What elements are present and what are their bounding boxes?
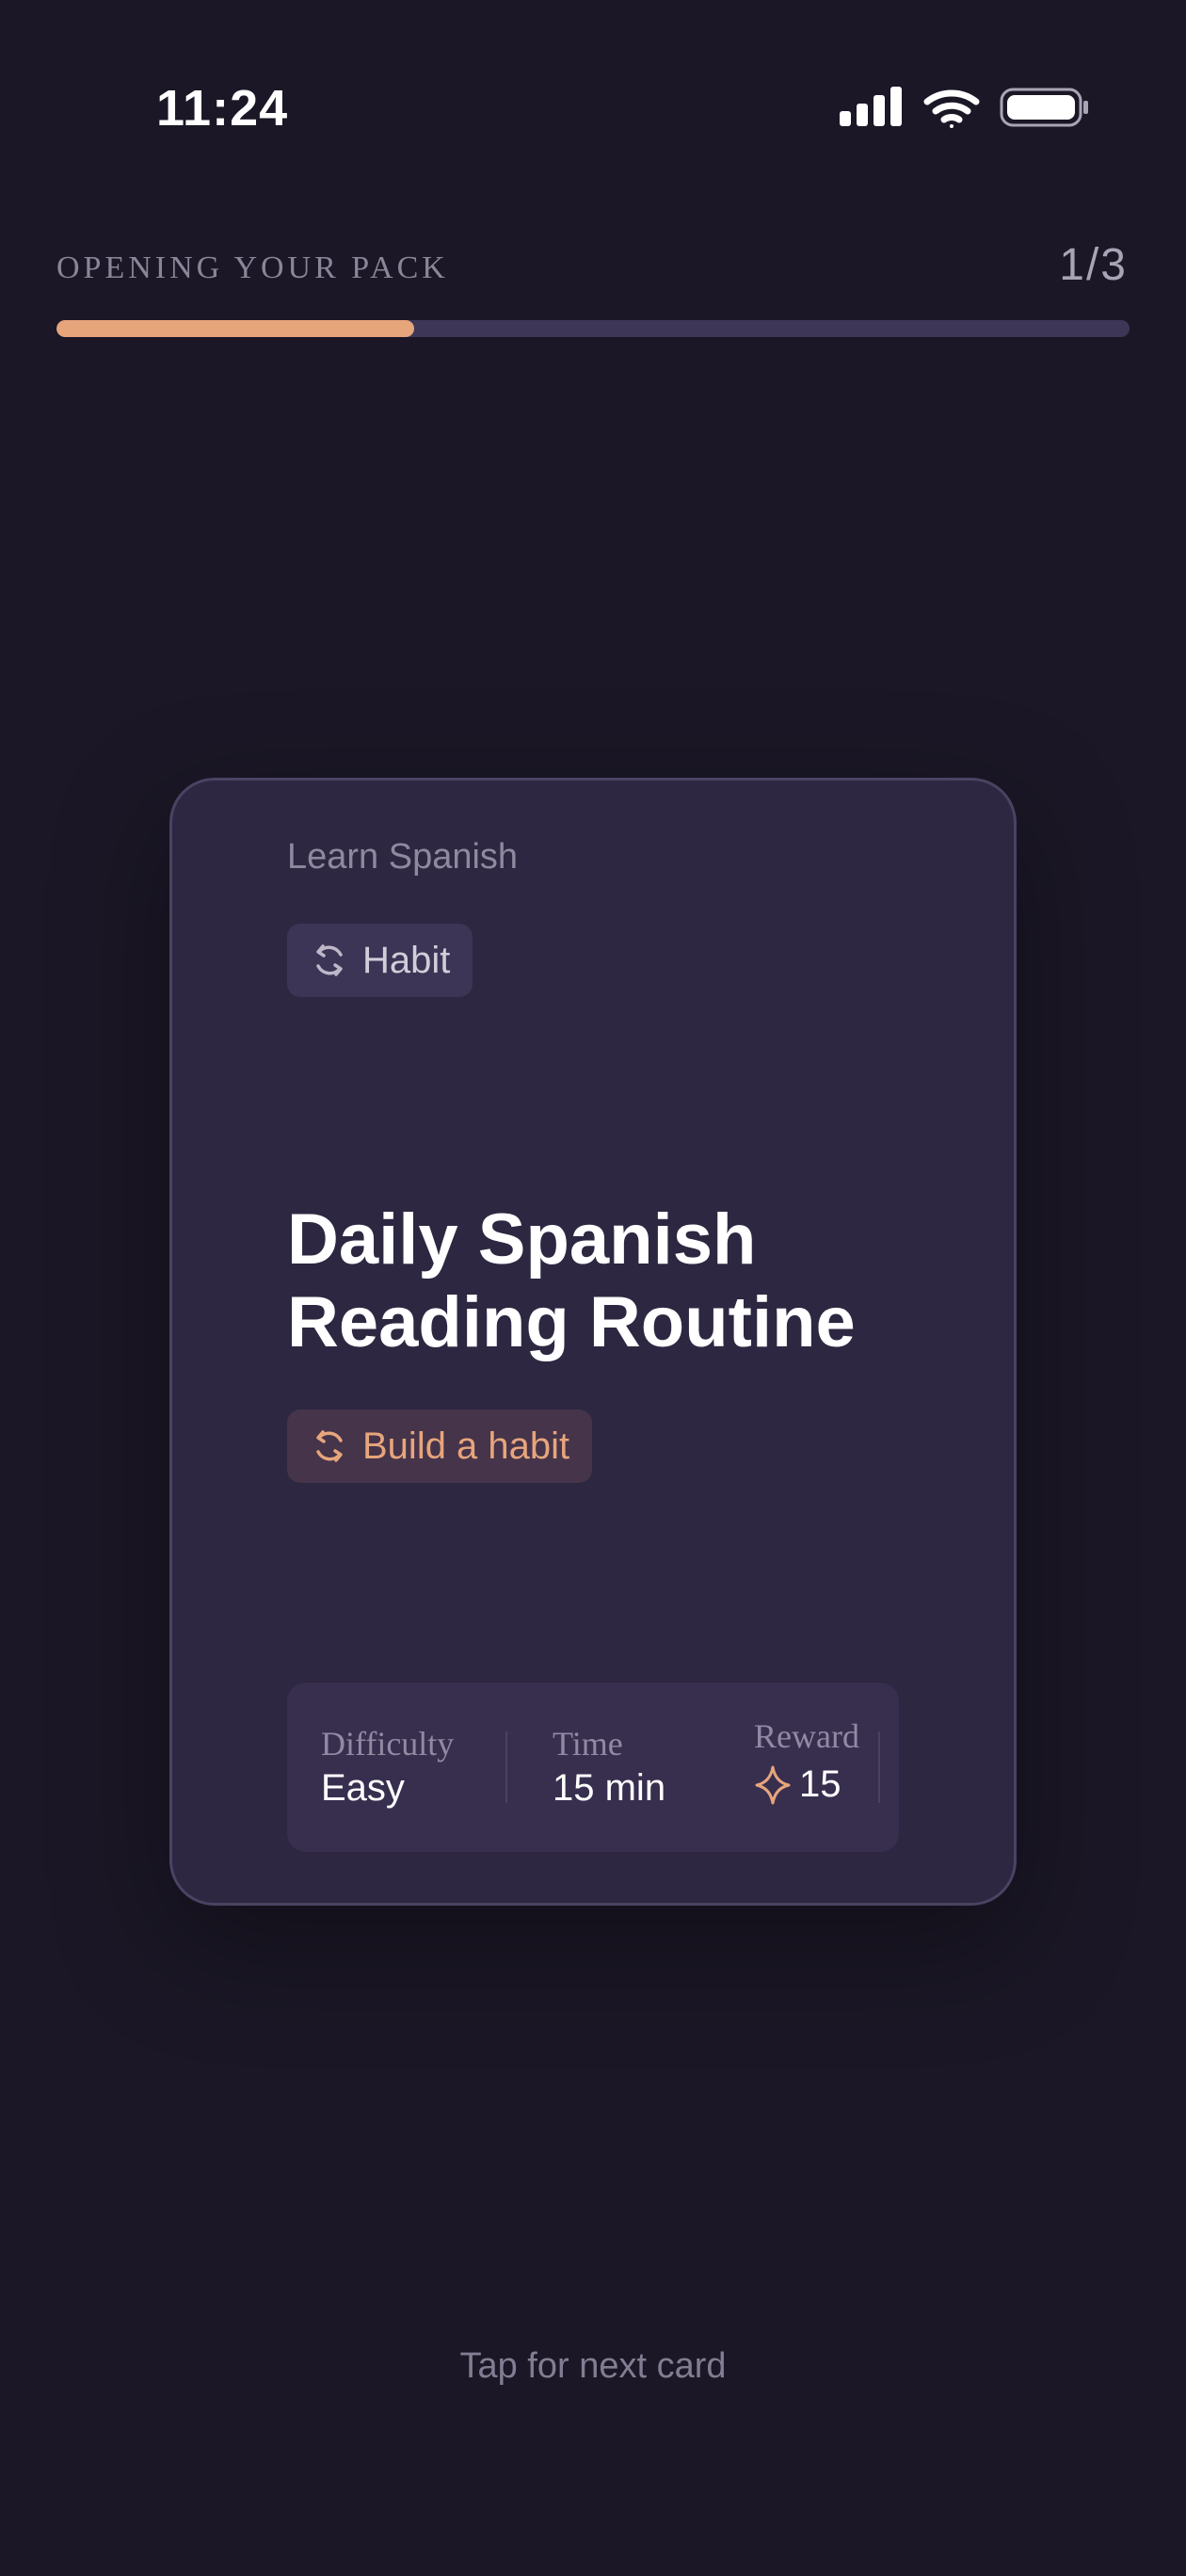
card-subject: Learn Spanish	[287, 837, 519, 877]
signal-icon	[840, 87, 902, 126]
sparkle-icon	[755, 1765, 791, 1804]
goal-label: Build a habit	[362, 1425, 570, 1467]
pack-progress-fill	[56, 320, 414, 337]
stat-difficulty-label: Difficulty	[321, 1725, 455, 1763]
stat-reward-value: 15	[754, 1763, 841, 1806]
refresh-icon	[316, 944, 343, 976]
stat-reward-label: Reward	[754, 1717, 859, 1755]
stat-difficulty-value: Easy	[321, 1767, 405, 1809]
refresh-icon	[316, 1430, 343, 1462]
status-time: 11:24	[156, 80, 289, 137]
status-icons	[840, 85, 1090, 132]
card-type-label: Habit	[362, 939, 451, 981]
card-title-line-2: Reading Routine	[287, 1282, 856, 1362]
stat-divider	[878, 1731, 880, 1803]
goal-badge: Build a habit	[287, 1409, 593, 1483]
stat-divider	[505, 1731, 507, 1803]
card-counter: 1/3	[1059, 240, 1128, 290]
stat-reward-amount: 15	[799, 1763, 841, 1805]
card-type-badge: Habit	[287, 924, 473, 997]
card-stats: Difficulty Easy Time 15 min Reward 15	[287, 1682, 899, 1852]
pack-opening-label: OPENING YOUR PACK	[56, 250, 449, 285]
next-card-hint[interactable]: Tap for next card	[0, 2346, 1186, 2387]
stat-time-label: Time	[553, 1725, 623, 1763]
wifi-icon	[923, 89, 980, 128]
card-title: Daily Spanish Reading Routine	[287, 1199, 946, 1364]
stat-time-value: 15 min	[553, 1767, 666, 1809]
status-bar: 11:24	[0, 0, 1186, 217]
quest-card[interactable]: Learn Spanish Habit Daily Spanish Readin…	[169, 778, 1017, 1906]
pack-progress-bar	[56, 320, 1130, 337]
card-title-line-1: Daily Spanish	[287, 1199, 757, 1280]
battery-icon	[1000, 88, 1088, 127]
